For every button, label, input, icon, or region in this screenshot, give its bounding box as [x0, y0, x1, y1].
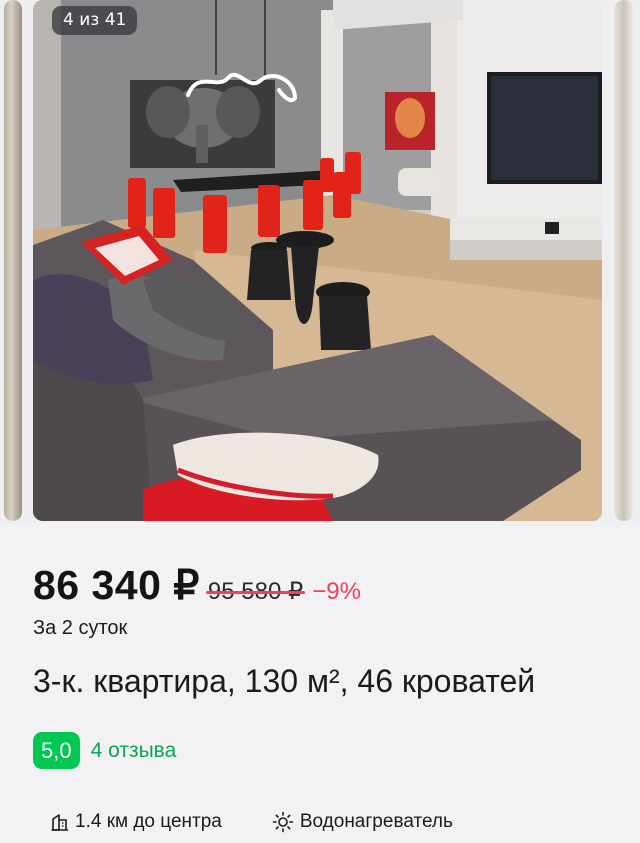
- previous-photo-preview[interactable]: [4, 0, 22, 521]
- discount-percent: −9%: [312, 578, 361, 605]
- building-icon: [51, 814, 68, 831]
- price-row: 86 340 ₽ 95 580 ₽ −9%: [33, 561, 361, 609]
- feature-distance: 1.4 км до центра: [50, 811, 222, 833]
- next-photo-preview[interactable]: [614, 0, 634, 521]
- feature-water-heater-label: Водонагреватель: [299, 811, 453, 832]
- reviews-link[interactable]: 4 отзыва: [91, 739, 177, 763]
- rating-row: 5,0 4 отзыва: [33, 732, 176, 769]
- feature-water-heater: Водонагреватель: [271, 810, 453, 834]
- listing-title[interactable]: 3-к. квартира, 130 м², 46 кроватей: [33, 663, 535, 700]
- photo-gallery[interactable]: 4 из 41: [0, 0, 640, 523]
- feature-list: 1.4 км до центра Водонагреватель: [50, 810, 453, 834]
- old-price: 95 580 ₽: [205, 577, 306, 606]
- photo-counter-badge: 4 из 41: [52, 6, 138, 35]
- feature-distance-label: 1.4 км до центра: [75, 811, 222, 832]
- rating-badge: 5,0: [33, 732, 80, 769]
- strikethrough-line: [205, 590, 306, 594]
- price-period: За 2 суток: [33, 617, 128, 639]
- listing-photo[interactable]: [33, 0, 602, 521]
- current-price: 86 340 ₽: [33, 562, 200, 608]
- sun-icon: [272, 811, 294, 833]
- apartment-living-room-image: [33, 0, 602, 521]
- listing-info-card[interactable]: 86 340 ₽ 95 580 ₽ −9% За 2 суток 3-к. кв…: [0, 523, 640, 843]
